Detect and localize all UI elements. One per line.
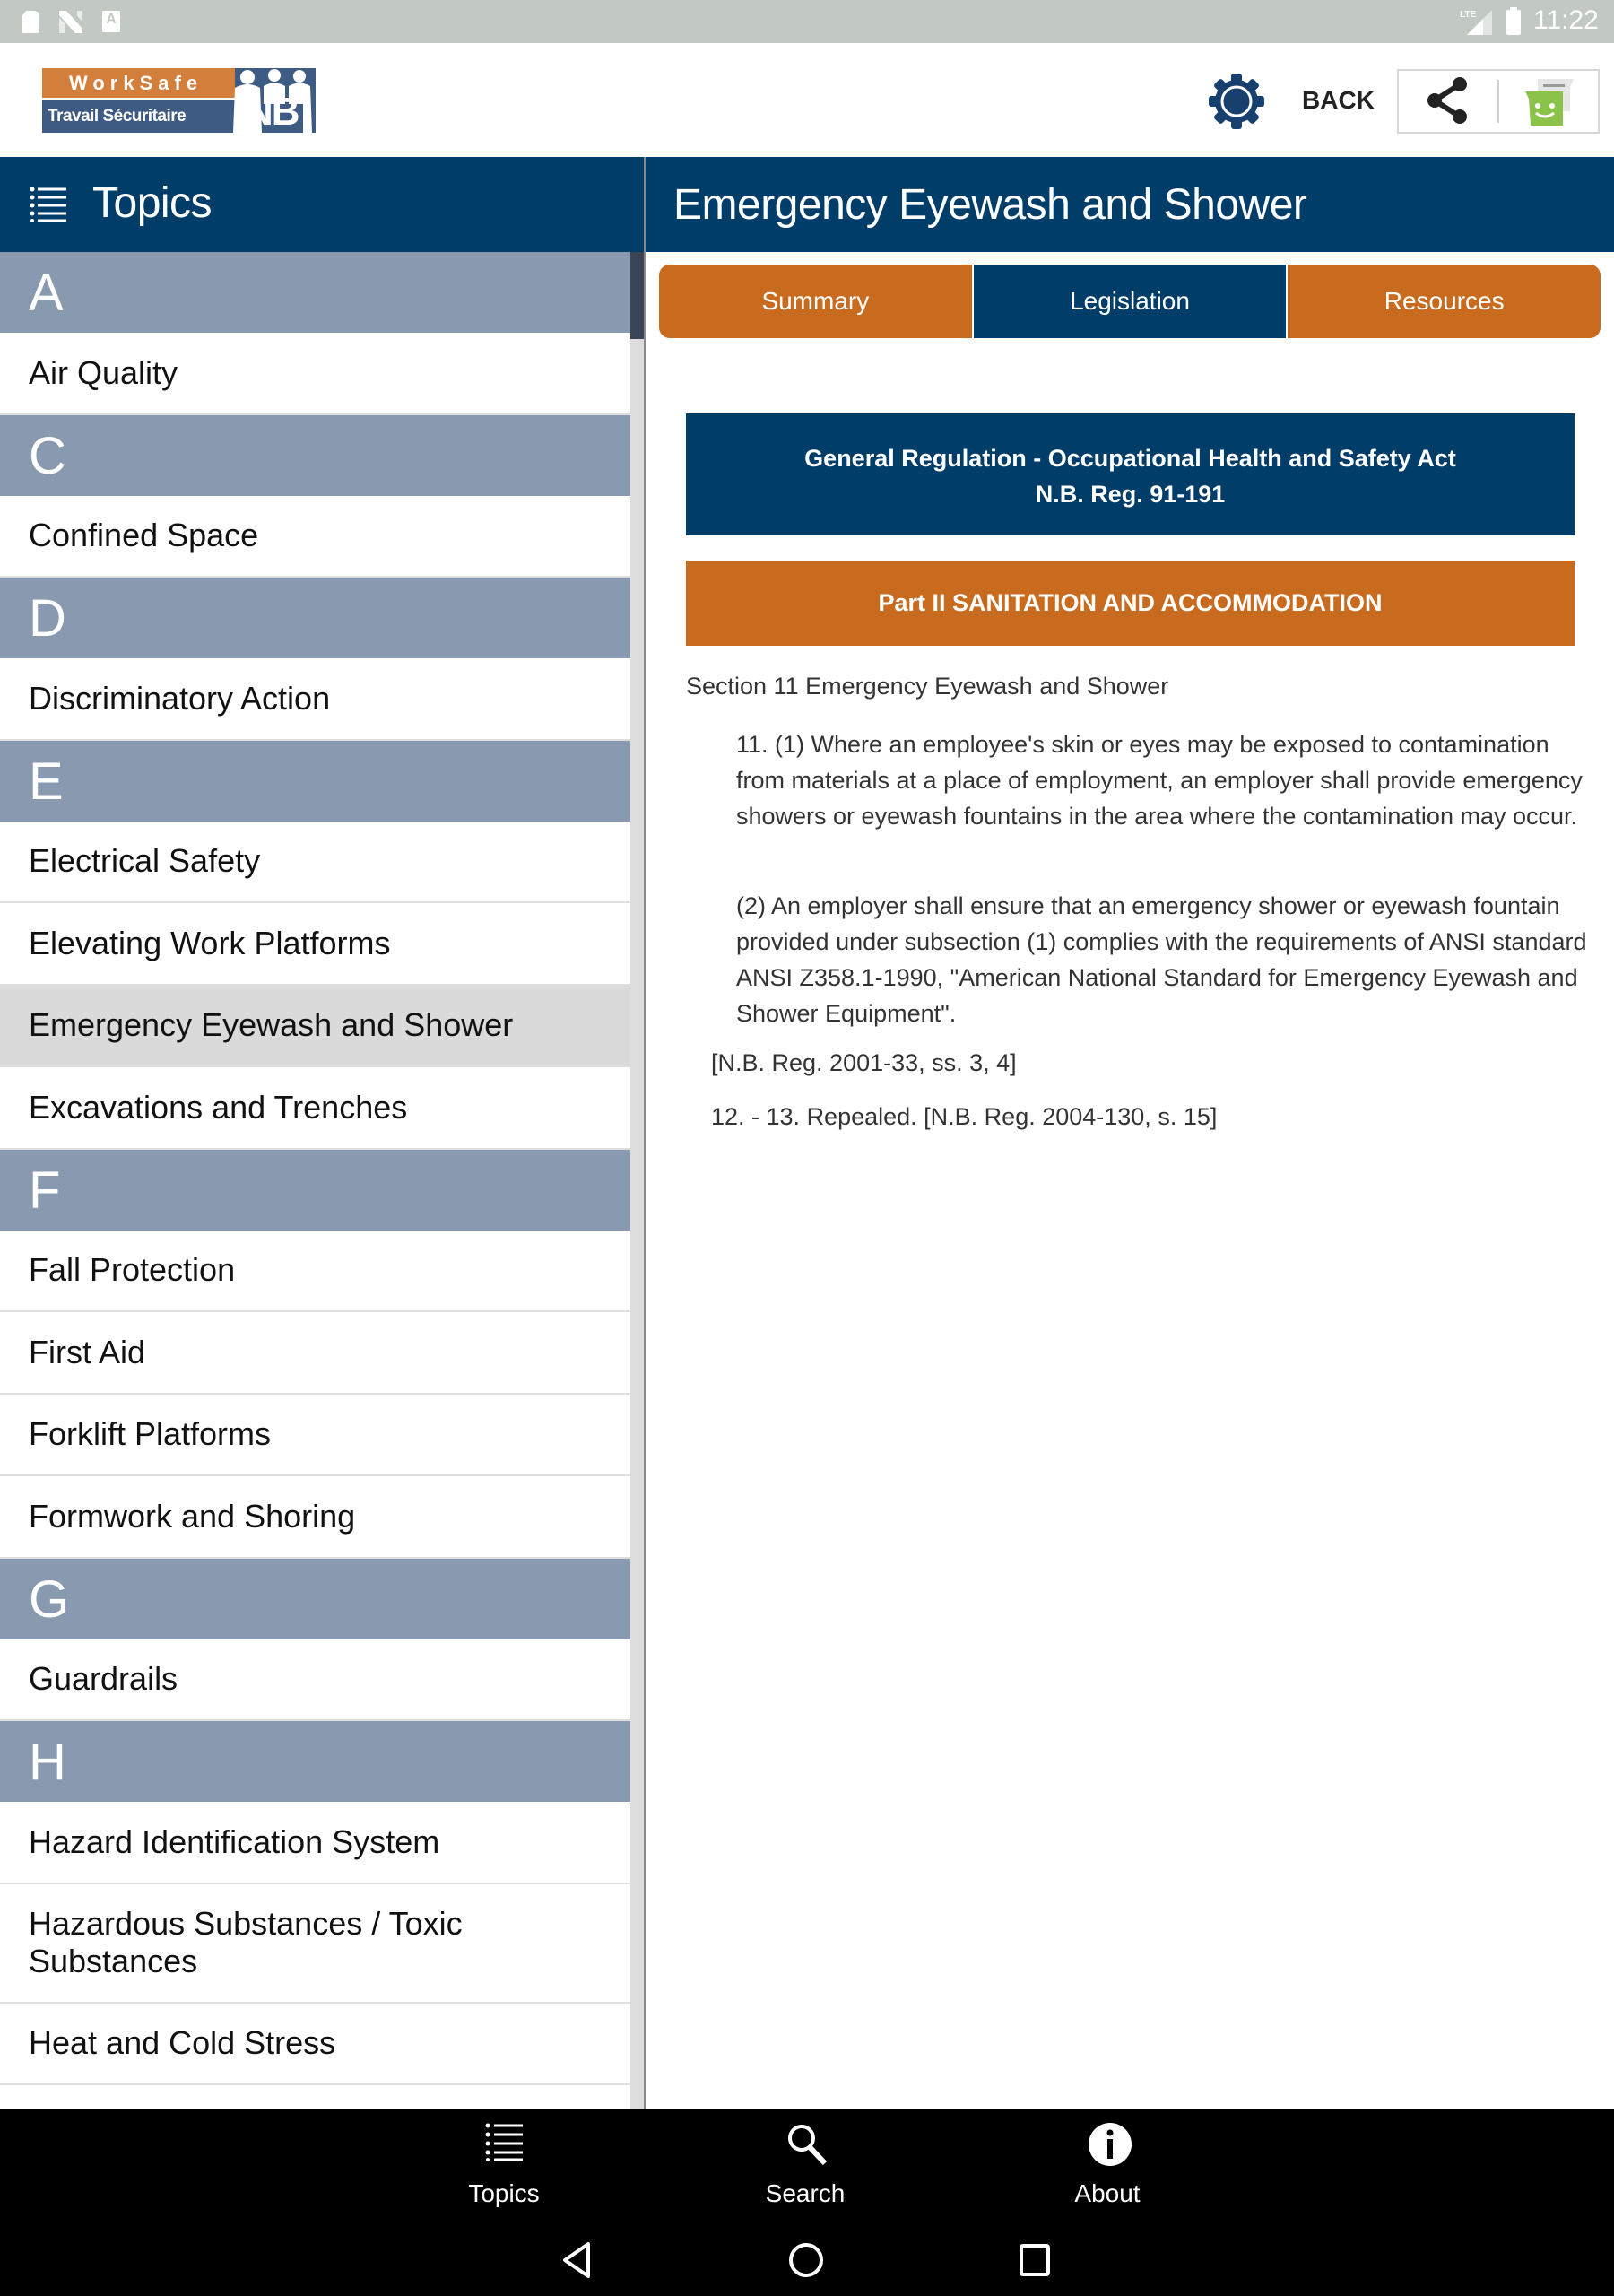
search-icon <box>788 2125 828 2165</box>
recents-square-icon[interactable] <box>1013 2239 1056 2282</box>
topic-label: First Aid <box>29 1333 146 1370</box>
topic-label: Discriminatory Action <box>29 679 331 717</box>
section-header-g: G <box>0 1558 630 1639</box>
bottom-nav: Topics Search About <box>0 2109 1614 2224</box>
topic-label: Electrical Safety <box>29 842 261 880</box>
topic-item[interactable]: Elevating Work Platforms <box>0 903 630 986</box>
nav-about[interactable]: About <box>1018 2109 1197 2224</box>
tab-summary[interactable]: Summary <box>659 265 974 338</box>
topic-item[interactable]: Air Quality <box>0 333 630 415</box>
logo-line2: Travail Sécuritaire <box>42 100 253 133</box>
section-header-e: E <box>0 740 630 822</box>
a-notification-icon: A <box>102 11 120 32</box>
logo-badge: NB <box>245 90 300 134</box>
a-glyph: A <box>106 12 117 27</box>
sd-card-icon <box>22 11 39 33</box>
settings-gear-icon[interactable] <box>1207 72 1266 131</box>
part-banner: Part II SANITATION AND ACCOMMODATION <box>686 561 1575 646</box>
topic-item[interactable]: Formwork and Shoring <box>0 1476 630 1559</box>
topic-item-partial[interactable] <box>0 2085 630 2109</box>
svg-text:LTE: LTE <box>1460 10 1476 20</box>
topic-item[interactable]: Confined Space <box>0 495 630 578</box>
detail-tabs: Summary Legislation Resources <box>659 265 1601 338</box>
nav-topics[interactable]: Topics <box>414 2109 594 2224</box>
sms-message-icon[interactable] <box>1522 75 1577 129</box>
detail-header: Emergency Eyewash and Shower <box>646 157 1614 252</box>
nav-search[interactable]: Search <box>716 2109 895 2224</box>
topics-list: A Air Quality C Confined Space D Discrim… <box>0 252 630 2109</box>
home-circle-icon[interactable] <box>785 2239 828 2282</box>
nav-search-label: Search <box>765 2179 846 2207</box>
logo-line2-text: Travail Sécuritaire <box>48 107 187 126</box>
tab-resources[interactable]: Resources <box>1286 265 1601 338</box>
topic-label: Formwork and Shoring <box>29 1497 356 1535</box>
toolbar-divider <box>1497 80 1499 123</box>
topic-label: Hazardous Substances / Toxic Substances <box>29 1905 463 1979</box>
system-nav-bar <box>0 2224 1614 2296</box>
topic-label: Hazard Identification System <box>29 1822 440 1860</box>
section-header-d: D <box>0 578 630 658</box>
repealed-note: 12. - 13. Repealed. [N.B. Reg. 2004-130,… <box>711 1103 1218 1130</box>
topic-label: Excavations and Trenches <box>29 1088 408 1126</box>
nav-about-label: About <box>1074 2179 1141 2207</box>
topic-item[interactable]: Electrical Safety <box>0 821 630 903</box>
section-header-a: A <box>0 252 630 333</box>
topics-title: Topics <box>92 179 213 227</box>
topics-panel: Topics A Air Quality C Confined Space D … <box>0 157 646 2109</box>
regulation-number: N.B. Reg. 91-191 <box>1035 481 1226 508</box>
info-icon <box>1089 2123 1132 2166</box>
detail-title: Emergency Eyewash and Shower <box>673 181 1307 229</box>
lte-signal-icon: LTE <box>1460 10 1492 35</box>
topic-label: Heat and Cold Stress <box>29 2024 336 2062</box>
topic-label: Confined Space <box>29 517 259 554</box>
share-icon[interactable] <box>1424 75 1471 126</box>
topic-label: Fall Protection <box>29 1251 236 1289</box>
topic-item[interactable]: Guardrails <box>0 1639 630 1721</box>
regulation-title: General Regulation - Occupational Health… <box>804 445 1456 472</box>
nav-topics-label: Topics <box>468 2179 540 2207</box>
topic-item[interactable]: Fall Protection <box>0 1230 630 1312</box>
topic-item[interactable]: Hazardous Substances / Toxic Substances <box>0 1883 630 2004</box>
topic-item[interactable]: First Aid <box>0 1312 630 1395</box>
scrollbar-track[interactable] <box>630 252 644 2109</box>
section-header-f: F <box>0 1149 630 1231</box>
n-notification-icon <box>59 11 82 33</box>
status-bar: A LTE 11:22 <box>0 0 1614 43</box>
worksafe-nb-logo: WorkSafe Travail Sécuritaire NB <box>42 68 316 133</box>
section-header-c: C <box>0 414 630 496</box>
regulation-banner: General Regulation - Occupational Health… <box>686 413 1575 535</box>
list-icon <box>485 2123 523 2161</box>
topic-label: Air Quality <box>29 353 178 391</box>
section-header-h: H <box>0 1721 630 1802</box>
topic-label: Elevating Work Platforms <box>29 924 391 961</box>
topic-label: Guardrails <box>29 1660 178 1698</box>
list-icon <box>30 187 66 222</box>
clock: 11:22 <box>1533 5 1599 35</box>
section-title: Section 11 Emergency Eyewash and Shower <box>686 673 1169 700</box>
app-header: WorkSafe Travail Sécuritaire NB BACK <box>0 43 1614 157</box>
topic-label: Forklift Platforms <box>29 1415 272 1453</box>
back-button[interactable]: BACK <box>1302 86 1375 115</box>
paragraph-2: (2) An employer shall ensure that an eme… <box>736 892 1587 1027</box>
topic-item[interactable]: Heat and Cold Stress <box>0 2003 630 2085</box>
topic-item[interactable]: Excavations and Trenches <box>0 1067 630 1150</box>
scrollbar-thumb[interactable] <box>630 252 644 339</box>
topic-item[interactable]: Forklift Platforms <box>0 1394 630 1476</box>
topic-item[interactable]: Hazard Identification System <box>0 1802 630 1884</box>
tab-legislation[interactable]: Legislation <box>973 265 1287 338</box>
topic-label: Emergency Eyewash and Shower <box>29 1006 514 1044</box>
back-triangle-icon[interactable] <box>556 2239 599 2282</box>
paragraph-1: 11. (1) Where an employee's skin or eyes… <box>736 731 1583 830</box>
topic-item-selected[interactable]: Emergency Eyewash and Shower <box>0 985 630 1067</box>
topics-header: Topics <box>0 157 646 252</box>
battery-charging-icon <box>1506 7 1521 35</box>
detail-panel: Emergency Eyewash and Shower Summary Leg… <box>646 157 1614 2109</box>
logo-line1: WorkSafe <box>42 68 244 98</box>
topic-item[interactable]: Discriminatory Action <box>0 658 630 741</box>
amendment-note: [N.B. Reg. 2001-33, ss. 3, 4] <box>711 1049 1017 1076</box>
